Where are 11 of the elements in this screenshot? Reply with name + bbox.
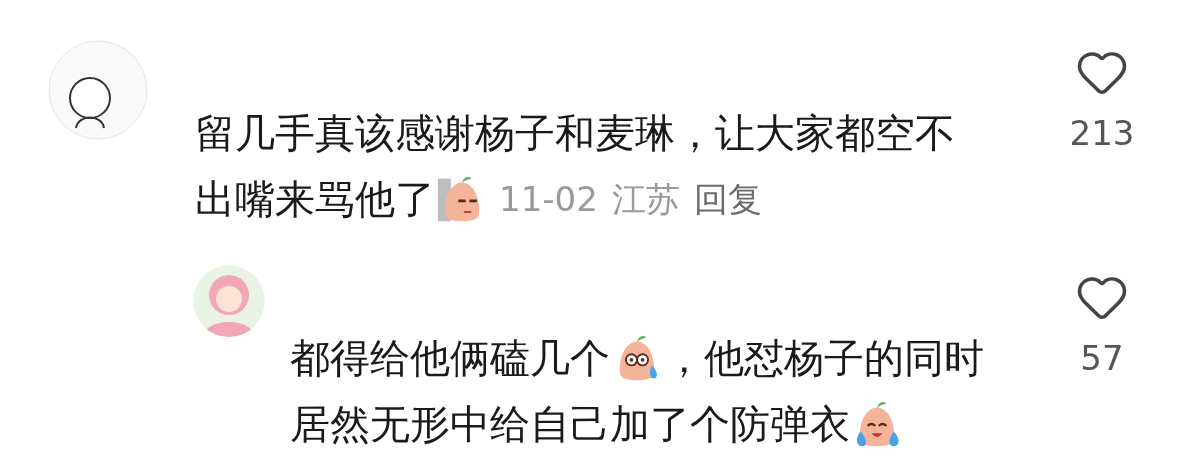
- like-count: 57: [1080, 338, 1124, 378]
- comment-text: 都得给他俩磕几个: [290, 334, 610, 383]
- comment-location: 江苏: [611, 178, 680, 221]
- comment-date: 11-02: [499, 178, 598, 221]
- comment-text: 出嘴来骂他了: [195, 175, 435, 224]
- reply-link[interactable]: 回复: [693, 179, 762, 219]
- comment-text: 留几手真该感谢杨子和麦琳，让大家都空不: [195, 109, 955, 158]
- comment-text: ，他怼杨子的同时: [664, 334, 984, 383]
- like-count: 213: [1069, 113, 1135, 153]
- avatar[interactable]: [48, 40, 148, 140]
- comment-text: 居然无形中给自己加了个防弹衣: [290, 400, 850, 449]
